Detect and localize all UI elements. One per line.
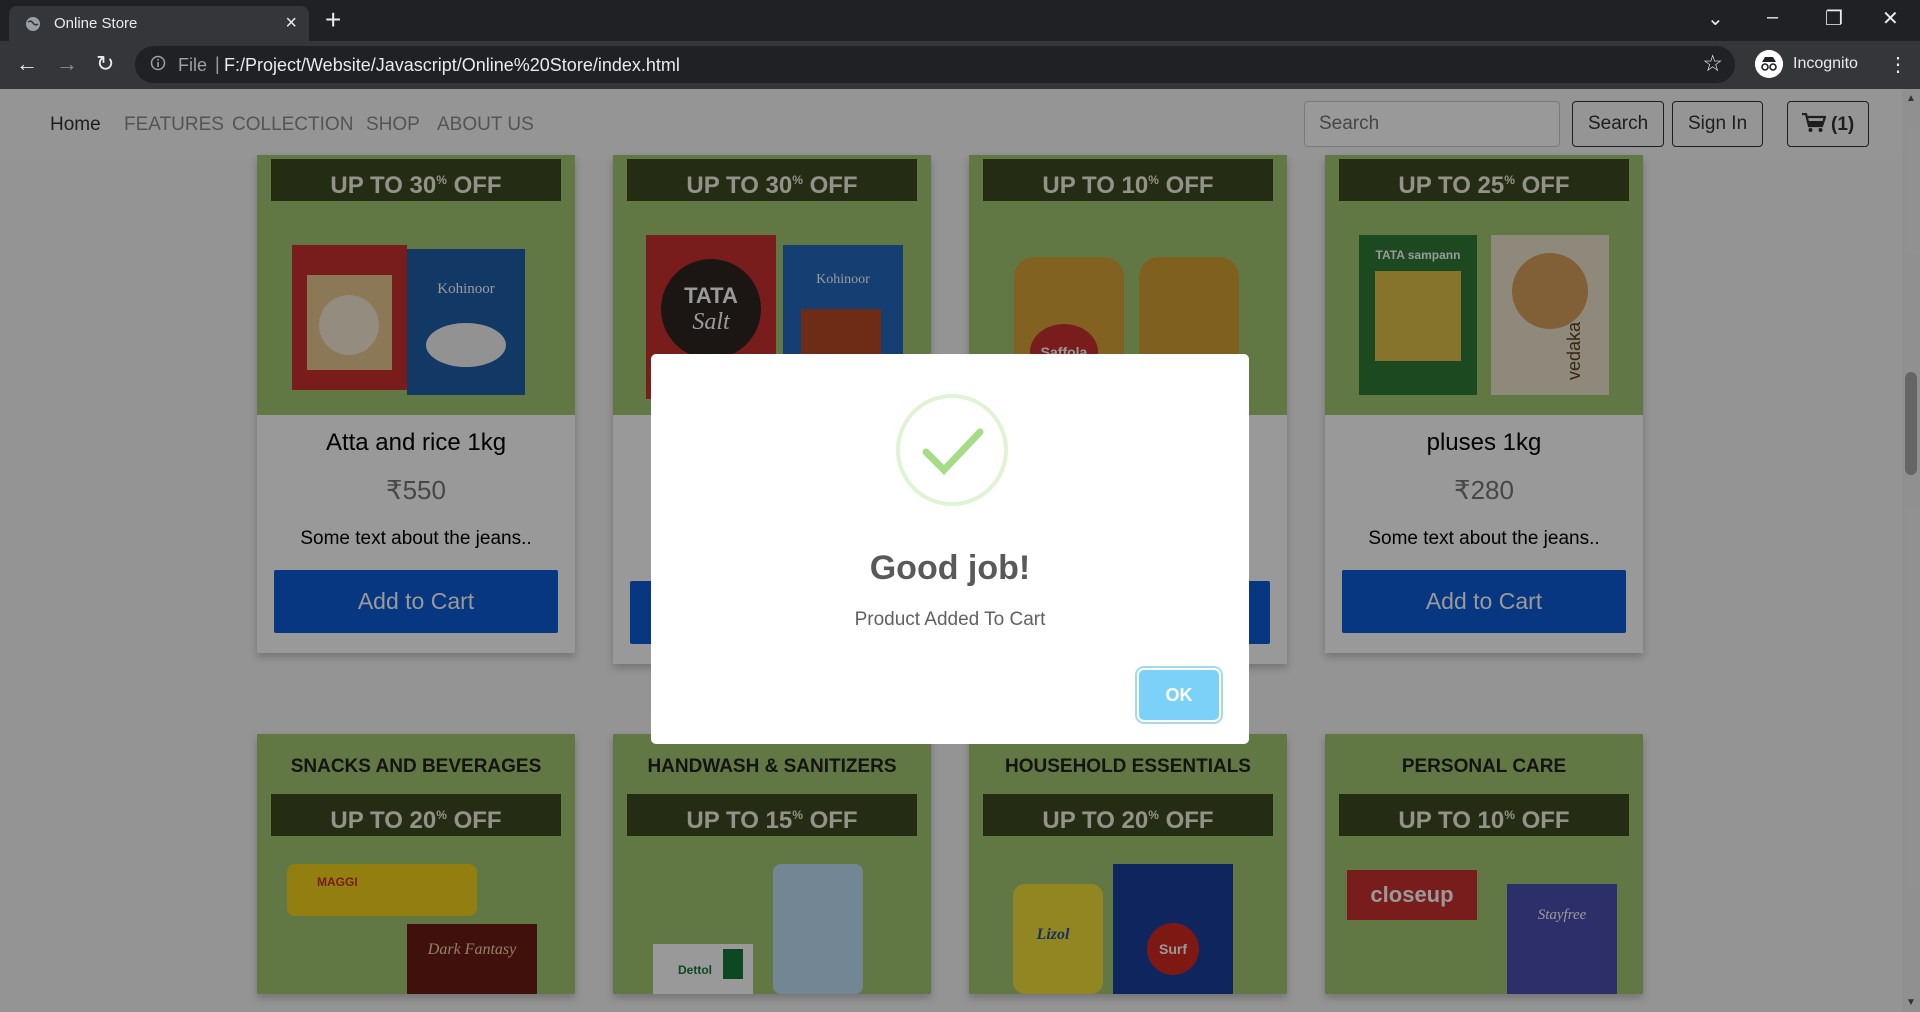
bookmark-star-icon[interactable]: ☆ xyxy=(1702,50,1723,77)
success-circle xyxy=(896,394,1008,506)
file-label: File xyxy=(178,55,208,75)
modal-title: Good job! xyxy=(869,549,1031,587)
separator: | xyxy=(215,54,220,74)
restore-icon[interactable]: ❐ xyxy=(1825,6,1843,31)
checkmark-icon xyxy=(922,428,984,476)
browser-tab[interactable]: Online Store × xyxy=(9,6,309,41)
success-modal: Good job! Product Added To Cart OK xyxy=(651,354,1249,744)
back-icon[interactable]: ← xyxy=(16,51,38,77)
tab-close-icon[interactable]: × xyxy=(285,12,297,35)
minimize-icon[interactable]: – xyxy=(1767,6,1778,29)
tab-search-icon[interactable]: ⌄ xyxy=(1707,6,1724,31)
forward-icon[interactable]: → xyxy=(56,51,78,77)
browser-menu-icon[interactable]: ⋮ xyxy=(1888,52,1908,77)
window-close-icon[interactable]: ✕ xyxy=(1882,6,1899,31)
address-bar[interactable]: File | F:/Project/Website/Javascript/Onl… xyxy=(135,46,1735,83)
browser-tabstrip: Online Store × + ⌄ – ❐ ✕ xyxy=(0,0,1920,41)
info-icon[interactable] xyxy=(150,55,166,71)
incognito-icon xyxy=(1755,50,1783,78)
url-text[interactable]: F:/Project/Website/Javascript/Online%20S… xyxy=(224,55,680,76)
browser-toolbar: ← → ↻ File | F:/Project/Website/Javascri… xyxy=(0,41,1920,89)
new-tab-icon[interactable]: + xyxy=(325,6,341,34)
reload-icon[interactable]: ↻ xyxy=(96,51,114,77)
modal-text: Product Added To Cart xyxy=(854,609,1046,630)
globe-icon xyxy=(26,17,40,31)
incognito-label: Incognito xyxy=(1793,55,1858,72)
ok-button[interactable]: OK xyxy=(1139,670,1219,720)
tab-title: Online Store xyxy=(54,15,138,32)
